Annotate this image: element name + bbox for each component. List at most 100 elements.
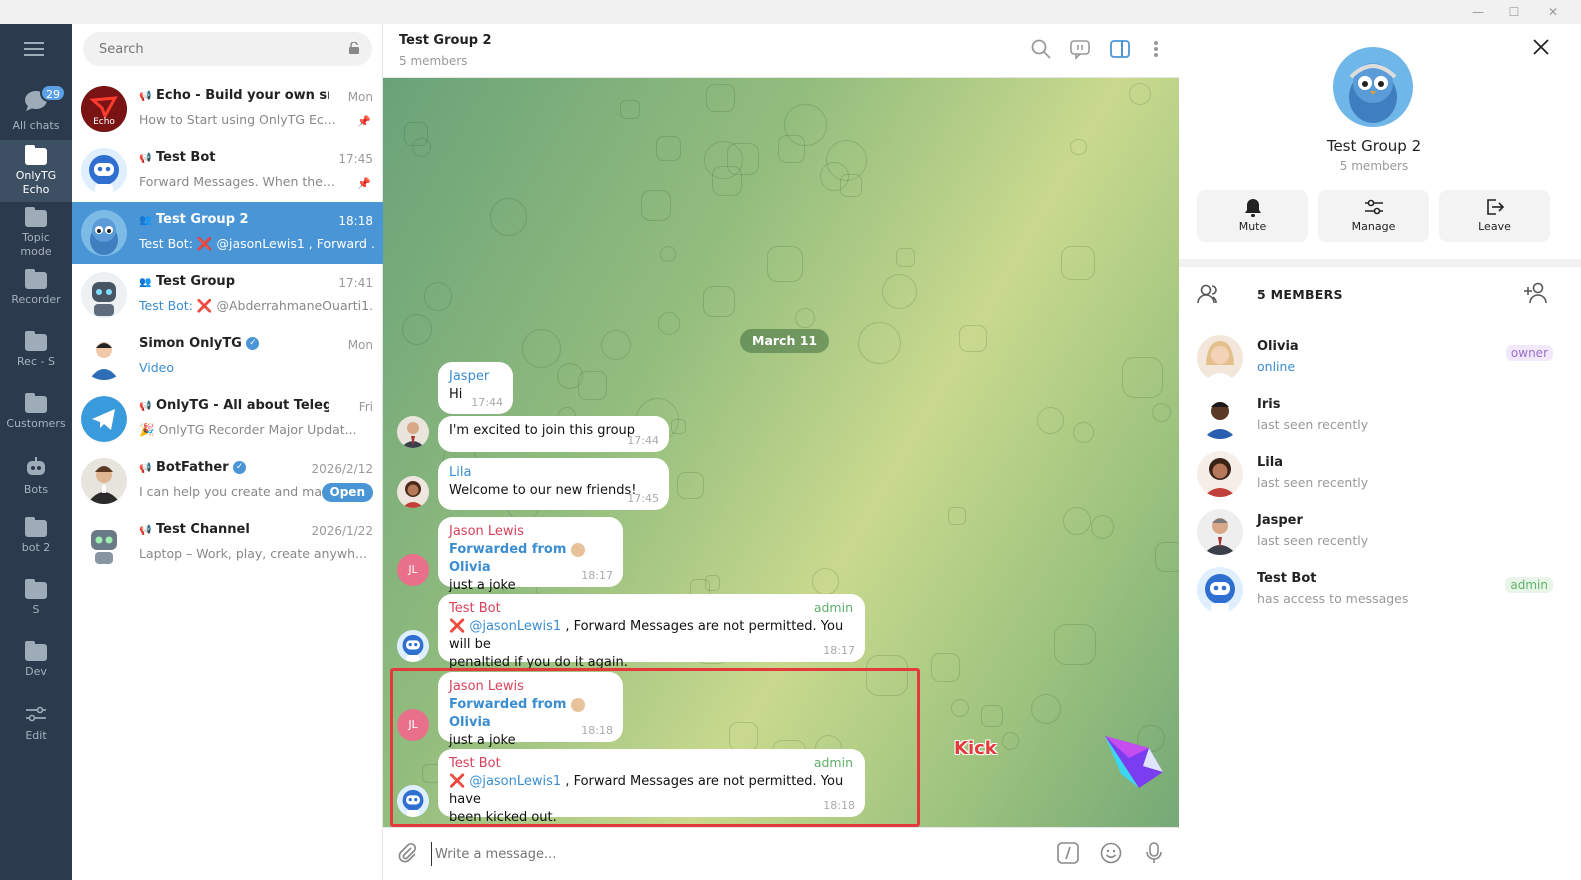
svg-text:Echo: Echo [93, 117, 115, 127]
chat-preview-sender: Test Bot: [139, 298, 193, 313]
search-icon[interactable] [1030, 38, 1054, 62]
message-input[interactable] [431, 842, 1031, 866]
avatar[interactable] [397, 416, 429, 448]
folder-item[interactable]: Rec - S [0, 326, 72, 388]
group-avatar[interactable] [1333, 47, 1413, 127]
wallpaper-doodle [704, 140, 743, 179]
leave-button[interactable]: Leave [1439, 190, 1550, 242]
member-item[interactable]: Jasper last seen recently [1179, 505, 1581, 563]
member-item[interactable]: Lila last seen recently [1179, 447, 1581, 505]
kick-annotation: Kick [954, 738, 997, 759]
bot-commands-icon[interactable] [1056, 842, 1080, 866]
chat-wallpaper: March 11 Jasper Hi 17:44 I'm excited to … [383, 78, 1179, 827]
chat-header[interactable]: Test Group 2 5 members [383, 24, 1179, 78]
admin-badge: admin [813, 600, 853, 615]
folder-item[interactable]: Recorder [0, 264, 72, 326]
folder-item[interactable]: Bots [0, 450, 72, 512]
folder-icon [25, 269, 47, 289]
folder-item[interactable]: bot 2 [0, 512, 72, 574]
search-input[interactable] [83, 32, 372, 66]
folder-label: S [32, 603, 40, 616]
avatar [81, 334, 127, 380]
message-bubble[interactable]: Jason Lewis Forwarded from Olivia just a… [438, 517, 623, 593]
topics-icon[interactable] [1069, 38, 1093, 62]
manage-button[interactable]: Manage [1318, 190, 1429, 242]
member-status: last seen recently [1257, 533, 1369, 548]
mute-label: Mute [1238, 220, 1267, 233]
forwarded-name[interactable]: Olivia [449, 715, 491, 730]
date-separator: March 11 [740, 329, 830, 353]
message-bubble[interactable]: Jason Lewis Forwarded from Olivia just a… [438, 672, 623, 748]
chat-type-icon: 📢 [139, 153, 152, 164]
chat-preview: @jasonLewis1 , Forward ... [216, 236, 374, 251]
chat-item[interactable]: Simon OnlyTG ✓ Mon Video [72, 326, 383, 388]
avatar [570, 542, 585, 557]
open-button[interactable]: Open [321, 483, 373, 502]
lock-icon[interactable] [348, 41, 360, 54]
avatar[interactable] [397, 785, 429, 817]
chat-item[interactable]: 👥 Test Group 2 18:18 Test Bot: ❌ @jasonLew… [72, 202, 383, 264]
close-window-icon[interactable]: ✕ [1545, 4, 1561, 20]
avatar [81, 148, 127, 194]
avatar[interactable] [397, 476, 429, 508]
chat-item[interactable]: 📢 Test Bot 17:45 Forward Messages. When th… [72, 140, 383, 202]
message-bubble[interactable]: Lila Welcome to our new friends! 17:45 [438, 458, 669, 510]
message-bubble[interactable]: Jasper Hi 17:44 [438, 362, 513, 414]
mention-link[interactable]: @jasonLewis1 [469, 619, 561, 634]
avatar[interactable]: JL [397, 554, 429, 586]
microphone-icon[interactable] [1142, 842, 1166, 866]
avatar[interactable]: JL [397, 709, 429, 741]
mention-link[interactable]: @jasonLewis1 [469, 774, 561, 789]
close-icon[interactable] [1529, 38, 1553, 62]
chat-name: Test Bot [155, 150, 216, 165]
member-item[interactable]: Olivia online owner [1179, 331, 1581, 389]
folder-item[interactable]: OnlyTG Echo [0, 140, 72, 202]
folder-item[interactable]: S [0, 574, 72, 636]
message-author: Jason Lewis [449, 524, 524, 539]
message-bubble[interactable]: Test Bot admin ❌ @jasonLewis1 , Forward … [438, 749, 865, 825]
wallpaper-doodle [1030, 693, 1062, 724]
folder-item[interactable]: Topic mode [0, 202, 72, 264]
attach-icon[interactable] [395, 842, 419, 866]
folder-item[interactable]: Customers [0, 388, 72, 450]
folder-item[interactable]: Edit [0, 698, 72, 760]
wallpaper-doodle [881, 273, 918, 310]
chat-preview-sender: Test Bot: [139, 236, 193, 251]
forwarded-name[interactable]: Olivia [449, 560, 491, 575]
folder-label: Bots [23, 483, 49, 496]
message-composer [383, 827, 1179, 880]
chat-time: Mon [347, 90, 373, 104]
chat-item[interactable]: 👥 Test Group 17:41 Test Bot: ❌ @Abderrahma… [72, 264, 383, 326]
chat-time: 2026/2/12 [311, 462, 373, 476]
minimize-icon[interactable]: — [1470, 4, 1486, 20]
message-time: 18:18 [581, 724, 613, 737]
hamburger-menu-icon[interactable] [24, 40, 46, 62]
member-item[interactable]: Test Bot has access to messages admin [1179, 563, 1581, 621]
folder-item[interactable]: Dev [0, 636, 72, 698]
more-options-icon[interactable] [1145, 38, 1169, 62]
avatar[interactable] [397, 630, 429, 662]
maximize-icon[interactable]: ☐ [1506, 4, 1522, 20]
member-item[interactable]: Iris last seen recently [1179, 389, 1581, 447]
message-bubble[interactable]: Test Bot admin ❌ @jasonLewis1 , Forward … [438, 594, 865, 670]
group-info-panel: Test Group 2 5 members Mute Manage Leave… [1179, 24, 1581, 880]
chat-title: Test Group 2 [399, 33, 492, 48]
wallpaper-doodle [401, 314, 433, 345]
member-name: Iris [1257, 397, 1281, 412]
add-member-icon[interactable] [1523, 281, 1549, 307]
wallpaper-doodle [656, 136, 681, 161]
message-bubble[interactable]: I'm excited to join this group 17:44 [438, 416, 669, 452]
chat-name: Test Channel [155, 522, 250, 537]
wallpaper-doodle [404, 122, 429, 147]
chat-item[interactable]: 📢 OnlyTG - All about Telegram Fri🎉 OnlyTG… [72, 388, 383, 450]
chat-item[interactable]: 📢 BotFather ✓ 2026/2/12 I can help you cre… [72, 450, 383, 512]
emoji-icon[interactable] [1099, 842, 1123, 866]
message-author: Lila [449, 465, 472, 480]
message-author: Jasper [449, 369, 490, 384]
side-panel-toggle-icon[interactable] [1109, 38, 1133, 62]
chat-item[interactable]: Echo 📢 Echo - Build your own smar... Mon Ho… [72, 78, 383, 140]
chat-area: Test Group 2 5 members March 11 Jasper H… [383, 24, 1179, 880]
avatar [81, 458, 127, 504]
chat-item[interactable]: 📢 Test Channel 2026/1/22 Laptop – Work, pl… [72, 512, 383, 574]
mute-button[interactable]: Mute [1197, 190, 1308, 242]
